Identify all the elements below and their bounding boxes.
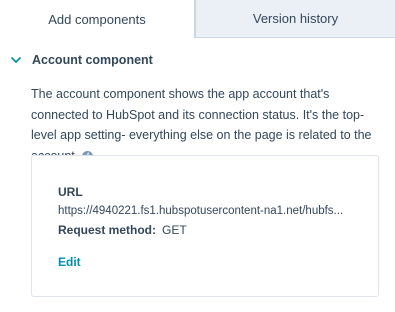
- request-method-value: GET: [162, 223, 187, 237]
- request-method-label: Request method:: [58, 223, 157, 237]
- description-text: The account component shows the app acco…: [31, 87, 372, 163]
- account-component-header[interactable]: Account component: [8, 50, 153, 70]
- tab-add-components[interactable]: Add components: [0, 0, 195, 38]
- tab-bar: Add components Version history: [0, 0, 395, 38]
- section-description: The account component shows the app acco…: [31, 84, 387, 166]
- tab-version-history[interactable]: Version history: [195, 0, 395, 38]
- edit-link[interactable]: Edit: [58, 255, 81, 269]
- section-title: Account component: [32, 53, 153, 67]
- chevron-down-icon[interactable]: [8, 52, 24, 68]
- url-label: URL: [58, 185, 83, 199]
- url-value: https://4940221.fs1.hubspotusercontent-n…: [58, 205, 344, 217]
- account-card: URL https://4940221.fs1.hubspotuserconte…: [31, 155, 379, 297]
- request-method-row: Request method: GET: [58, 223, 187, 237]
